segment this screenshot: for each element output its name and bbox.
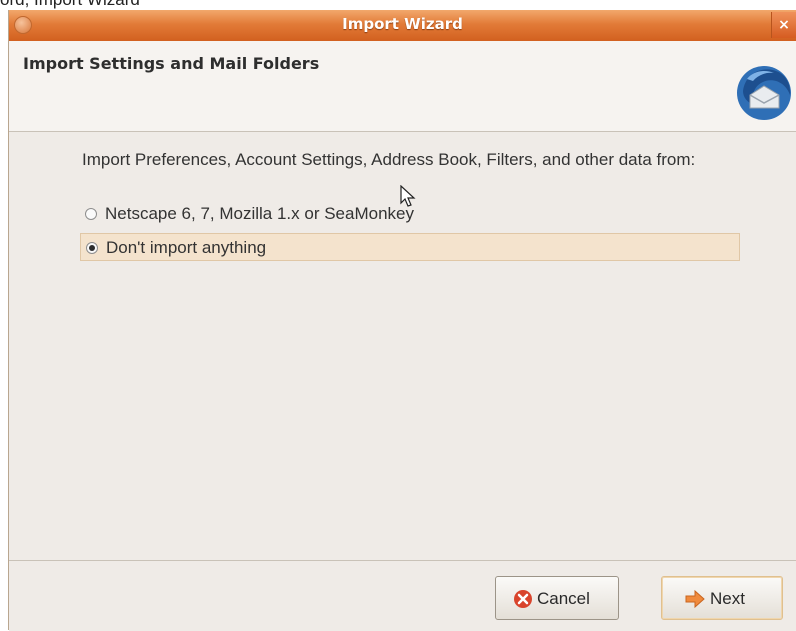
window-title: Import Wizard	[342, 15, 463, 33]
option-label: Netscape 6, 7, Mozilla 1.x or SeaMonkey	[105, 204, 414, 223]
thunderbird-logo-icon	[737, 66, 791, 120]
background-window-title: ord, Import Wizard	[0, 0, 260, 10]
cancel-button[interactable]: Cancel	[495, 576, 619, 620]
next-button[interactable]: Next	[661, 576, 783, 620]
radio-netscape[interactable]	[85, 208, 97, 220]
arrow-right-icon	[685, 589, 705, 609]
radio-dont-import[interactable]	[86, 242, 98, 254]
option-dont-import[interactable]: Don't import anything	[80, 233, 740, 261]
import-wizard-window: Import Wizard × Import Settings and Mail…	[8, 10, 796, 631]
wizard-content: Import Preferences, Account Settings, Ad…	[9, 132, 796, 560]
mouse-cursor-icon	[400, 185, 416, 207]
option-label: Don't import anything	[106, 238, 267, 257]
close-button[interactable]: ×	[771, 12, 796, 38]
next-label: Next	[710, 589, 745, 608]
page-title: Import Settings and Mail Folders	[23, 54, 320, 73]
import-source-prompt: Import Preferences, Account Settings, Ad…	[82, 150, 696, 169]
cancel-label: Cancel	[537, 589, 590, 608]
button-bar: Cancel Next	[9, 560, 796, 631]
cancel-icon	[514, 590, 532, 608]
window-titlebar[interactable]: Import Wizard ×	[9, 10, 796, 42]
wizard-header: Import Settings and Mail Folders	[9, 41, 796, 132]
